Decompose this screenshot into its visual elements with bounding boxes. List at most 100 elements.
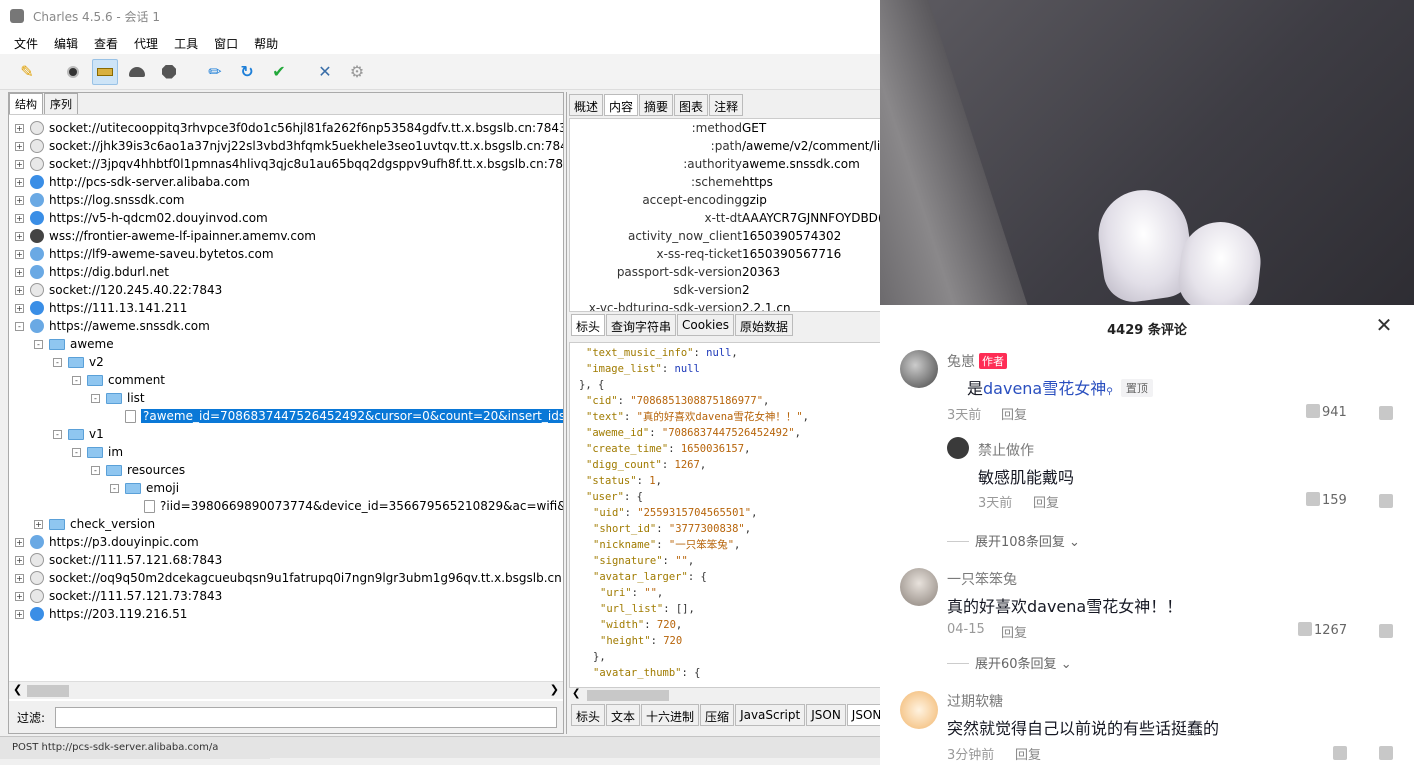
collapse-icon[interactable]: - [72,375,81,385]
settings-icon[interactable]: ⚙ [344,59,370,85]
tab-structure[interactable]: 结构 [9,93,43,114]
header-row[interactable]: x-ss-req-ticket 1650390567716 [570,247,880,265]
scroll-right-icon[interactable]: ❯ [550,683,559,696]
tree-node[interactable]: + check_version [34,515,155,533]
like-button[interactable]: 941 [1306,404,1347,420]
expand-replies-button[interactable]: 展开60条回复 ⌄ [947,653,1072,672]
expand-icon[interactable]: + [15,609,24,619]
header-row[interactable]: :scheme https [570,175,880,193]
host-row[interactable]: + socket://120.245.40.22:7843 [15,281,222,299]
response-scrollbar[interactable]: ❮ [569,688,880,702]
host-row[interactable]: + socket://utitecooppitq3rhvpce3f0do1c56h… [15,119,563,137]
thumb-down-icon[interactable] [1379,624,1393,638]
menu-view[interactable]: 查看 [86,35,126,52]
tab-json[interactable]: JSON [806,704,846,726]
menu-edit[interactable]: 编辑 [46,35,86,52]
like-button[interactable]: 159 [1306,492,1347,508]
avatar[interactable] [900,568,938,606]
header-row[interactable]: x-vc-bdturing-sdk-version 2.2.1.cn [570,301,880,311]
expand-icon[interactable]: + [15,537,24,547]
reply-button[interactable]: 回复 [1033,492,1059,511]
tree-node[interactable]: - list [91,389,145,407]
tab-contents[interactable]: 内容 [604,94,639,116]
menu-window[interactable]: 窗口 [206,35,246,52]
expand-icon[interactable]: + [15,591,24,601]
throttle-icon[interactable] [92,58,118,85]
host-row[interactable]: + socket://111.57.121.73:7843 [15,587,222,605]
turtle-icon[interactable] [124,59,150,85]
collapse-icon[interactable]: - [15,321,24,331]
tree-node[interactable]: - v2 [53,353,104,371]
scroll-left-icon[interactable]: ❮ [13,683,22,696]
collapse-icon[interactable]: - [91,393,100,403]
expand-icon[interactable]: + [15,249,24,259]
host-row[interactable]: + socket://jhk39is3c6ao1a37njvj22sl3vbd3h… [15,137,563,155]
tab-overview[interactable]: 概述 [569,94,604,116]
header-row[interactable]: passport-sdk-version 20363 [570,265,880,283]
avatar[interactable] [900,691,938,729]
check-icon[interactable]: ✔ [266,59,292,85]
pen-icon[interactable]: ✏ [202,59,228,85]
collapse-icon[interactable]: - [53,357,62,367]
comment-username[interactable]: 兔崽 作者 [947,351,1007,371]
tab-javascript[interactable]: JavaScript [735,704,806,726]
horizontal-scrollbar[interactable]: ❮ ❯ [9,681,563,699]
expand-icon[interactable]: + [15,177,24,187]
expand-icon[interactable]: + [15,213,24,223]
expand-replies-button[interactable]: 展开108条回复 ⌄ [947,531,1080,550]
tab-json-text[interactable]: JSON [846,704,880,726]
host-row[interactable]: + http://pcs-sdk-server.alibaba.com [15,173,250,191]
expand-icon[interactable]: + [15,159,24,169]
record-icon[interactable] [60,59,86,85]
scroll-left-icon[interactable]: ❮ [572,688,580,699]
host-row[interactable]: + https://dig.bdurl.net [15,263,169,281]
tab-resp-headers[interactable]: 标头 [571,704,606,726]
tab-notes[interactable]: 注释 [709,94,744,116]
tree-node[interactable]: - im [72,443,123,461]
comment-username[interactable]: 禁止做作 [978,440,1034,460]
comment-username[interactable]: 过期软糖 [947,691,1003,711]
broom-icon[interactable]: ✎ [14,59,40,85]
menu-tools[interactable]: 工具 [166,35,206,52]
close-icon[interactable]: ✕ [1374,315,1394,335]
host-row[interactable]: + socket://111.57.121.68:7843 [15,551,222,569]
tree-node[interactable]: - aweme [34,335,114,353]
tree-node[interactable]: - comment [72,371,165,389]
expand-icon[interactable]: + [15,195,24,205]
comment-username[interactable]: 一只笨笨兔 [947,569,1017,589]
header-row[interactable]: accept-encoding gzip [570,193,880,211]
thumb-down-icon[interactable] [1379,746,1393,760]
tree-node[interactable]: ?aweme_id=7086837447526452492&cursor=0&c… [110,407,563,425]
tree-node[interactable]: - resources [91,461,185,479]
tree-node[interactable]: - v1 [53,425,104,443]
tab-query-string[interactable]: 查询字符串 [606,314,677,336]
host-row[interactable]: + https://111.13.141.211 [15,299,187,317]
header-row[interactable]: :authority aweme.snssdk.com [570,157,880,175]
thumb-down-icon[interactable] [1379,494,1393,508]
filter-input[interactable] [55,706,558,728]
host-row[interactable]: + https://lf9-aweme-saveu.bytetos.com [15,245,274,263]
hashtag-link[interactable]: davena雪花女神 [983,379,1106,398]
host-row[interactable]: + socket://3jpqv4hhbtf0l1pmnas4hlivq3qjc8… [15,155,563,173]
tab-chart[interactable]: 图表 [674,94,709,116]
host-row[interactable]: + wss://frontier-aweme-lf-ipainner.amemv.… [15,227,316,245]
tab-cookies[interactable]: Cookies [677,314,735,336]
menu-help[interactable]: 帮助 [246,35,286,52]
scroll-thumb[interactable] [587,690,669,701]
stop-icon[interactable] [156,59,182,85]
thumb-up-icon[interactable] [1333,746,1347,760]
tab-compressed[interactable]: 压缩 [700,704,735,726]
reply-button[interactable]: 回复 [1015,744,1041,763]
header-row[interactable]: :method GET [570,121,880,139]
expand-icon[interactable]: + [15,141,24,151]
menu-file[interactable]: 文件 [6,35,46,52]
expand-icon[interactable]: + [15,573,24,583]
reply-button[interactable]: 回复 [1001,404,1027,423]
reply-button[interactable]: 回复 [1001,622,1027,641]
expand-icon[interactable]: + [15,123,24,133]
expand-icon[interactable]: + [15,285,24,295]
video-frame[interactable] [880,0,1414,305]
header-row[interactable]: sdk-version 2 [570,283,880,301]
collapse-icon[interactable]: - [91,465,100,475]
scroll-thumb[interactable] [27,685,69,697]
